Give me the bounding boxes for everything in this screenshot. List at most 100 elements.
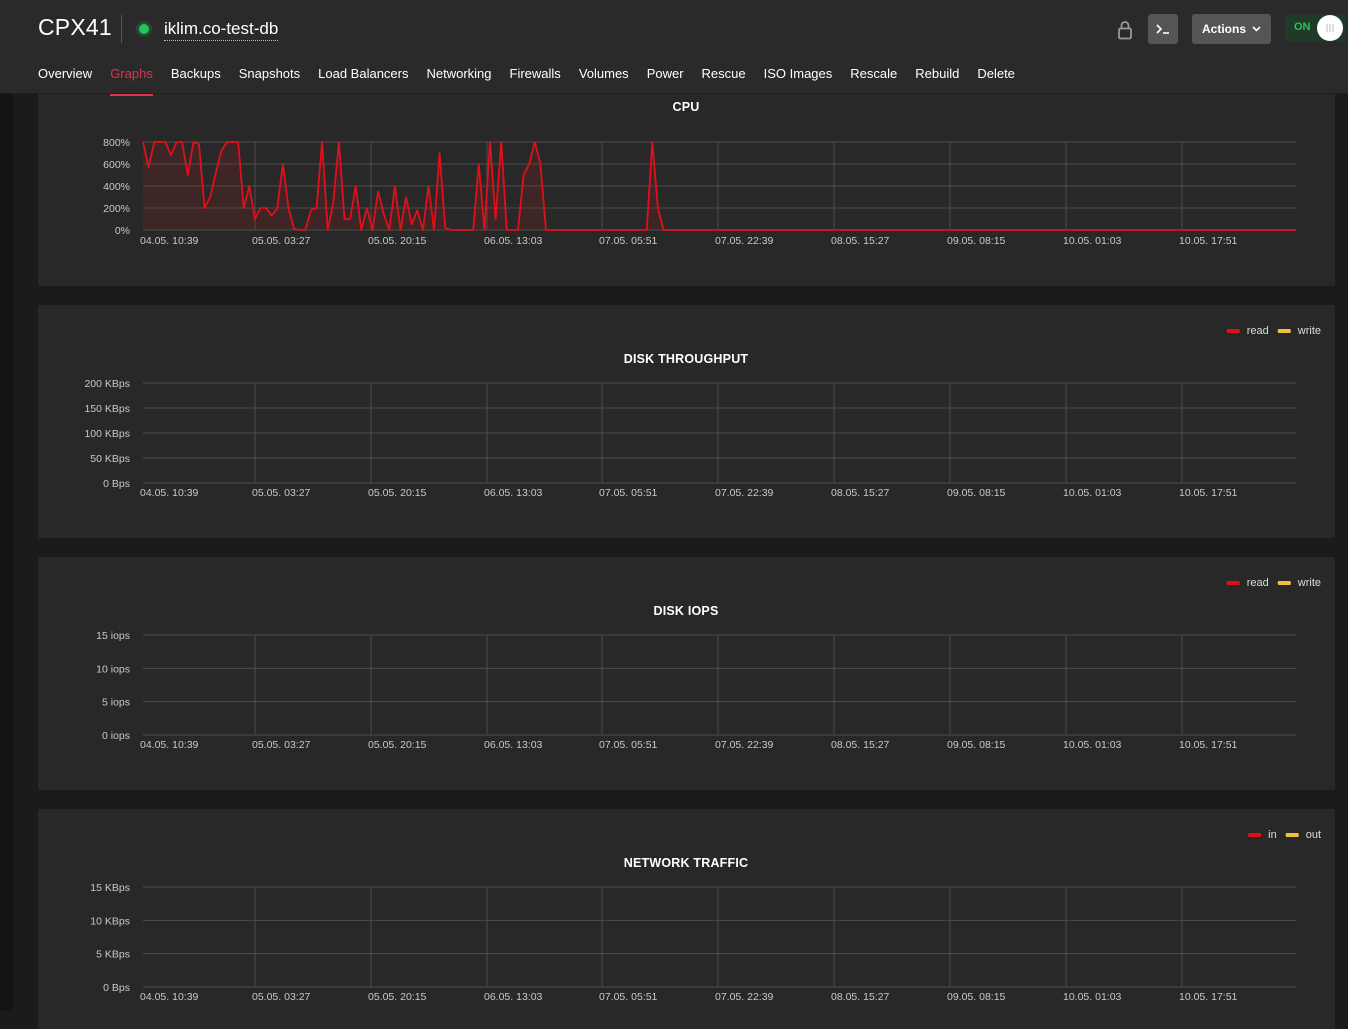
- x-tick-label: 05.05. 20:15: [368, 235, 427, 247]
- tab-iso-images[interactable]: ISO Images: [764, 66, 833, 89]
- tab-overview[interactable]: Overview: [38, 66, 92, 89]
- header-divider: [121, 15, 122, 43]
- y-tick-label: 15 KBps: [90, 882, 130, 894]
- disk-throughput-chart-panel: DISK THROUGHPUT 200 KBps 150 KBps 100 KBps 5…: [38, 305, 1335, 538]
- x-tick-label: 07.05. 05:51: [599, 739, 658, 751]
- tab-snapshots[interactable]: Snapshots: [239, 66, 300, 89]
- console-button[interactable]: [1148, 14, 1178, 44]
- x-tick-label: 04.05. 10:39: [140, 739, 199, 751]
- x-tick-label: 05.05. 03:27: [252, 235, 311, 247]
- y-tick-label: 0 Bps: [103, 478, 130, 490]
- x-tick-label: 10.05. 01:03: [1063, 235, 1122, 247]
- x-tick-label: 06.05. 13:03: [484, 991, 543, 1003]
- tab-graphs[interactable]: Graphs: [110, 66, 153, 96]
- x-tick-label: 09.05. 08:15: [947, 487, 1006, 499]
- x-tick-label: 07.05. 05:51: [599, 487, 658, 499]
- y-tick-label: 5 iops: [102, 697, 130, 709]
- legend-label: in: [1268, 829, 1277, 841]
- chevron-down-icon: [1252, 26, 1261, 32]
- x-tick-label: 09.05. 08:15: [947, 739, 1006, 751]
- x-tick-label: 05.05. 20:15: [368, 487, 427, 499]
- toggle-knob: [1317, 15, 1343, 41]
- tab-volumes[interactable]: Volumes: [579, 66, 629, 89]
- power-toggle[interactable]: ON: [1285, 15, 1346, 41]
- y-tick-label: 600%: [103, 159, 130, 171]
- x-tick-label: 05.05. 20:15: [368, 991, 427, 1003]
- legend-swatch: [1277, 329, 1291, 333]
- actions-button[interactable]: Actions: [1192, 14, 1271, 44]
- y-tick-label: 200%: [103, 203, 130, 215]
- x-tick-label: 06.05. 13:03: [484, 487, 543, 499]
- y-tick-label: 50 KBps: [90, 453, 130, 465]
- x-tick-label: 07.05. 22:39: [715, 235, 774, 247]
- tab-rebuild[interactable]: Rebuild: [915, 66, 959, 89]
- legend-label: read: [1247, 577, 1269, 589]
- x-tick-label: 04.05. 10:39: [140, 991, 199, 1003]
- y-tick-label: 150 KBps: [84, 403, 130, 415]
- y-tick-label: 10 KBps: [90, 915, 130, 927]
- cpu-chart-panel: CPU 800% 600% 400% 200% 0% 04.05. 10:39 05.05. …: [38, 80, 1335, 286]
- x-tick-label: 08.05. 15:27: [831, 487, 890, 499]
- x-tick-label: 06.05. 13:03: [484, 739, 543, 751]
- tab-backups[interactable]: Backups: [171, 66, 221, 89]
- y-tick-label: 100 KBps: [84, 428, 130, 440]
- tab-bar: Overview Graphs Backups Snapshots Load B…: [38, 66, 1015, 96]
- chart-svg: NETWORK TRAFFIC 15 KBps 10 KBps 5 KBps 0 Bps…: [90, 829, 1321, 1003]
- x-tick-label: 05.05. 20:15: [368, 739, 427, 751]
- x-tick-label: 10.05. 17:51: [1179, 739, 1238, 751]
- y-tick-label: 0%: [115, 225, 130, 237]
- tab-rescue[interactable]: Rescue: [702, 66, 746, 89]
- tab-firewalls[interactable]: Firewalls: [510, 66, 561, 89]
- chart-svg: CPU 800% 600% 400% 200% 0% 04.05. 10:39 05.05. …: [103, 100, 1296, 247]
- legend-label: write: [1297, 577, 1321, 589]
- legend-label: out: [1306, 829, 1321, 841]
- x-tick-label: 10.05. 17:51: [1179, 991, 1238, 1003]
- legend-swatch: [1226, 329, 1240, 333]
- server-name: CPX41: [38, 14, 112, 40]
- y-tick-label: 200 KBps: [84, 378, 130, 390]
- chart-title: DISK IOPS: [653, 604, 718, 618]
- legend-label: read: [1247, 325, 1269, 337]
- legend-swatch: [1285, 833, 1299, 837]
- actions-label: Actions: [1201, 22, 1246, 36]
- network-traffic-chart-panel: NETWORK TRAFFIC 15 KBps 10 KBps 5 KBps 0 Bps…: [38, 809, 1335, 1029]
- x-tick-label: 05.05. 03:27: [252, 739, 311, 751]
- power-toggle-label: ON: [1294, 21, 1311, 33]
- tab-networking[interactable]: Networking: [426, 66, 491, 89]
- console-icon: [1156, 24, 1169, 34]
- y-tick-label: 0 iops: [102, 730, 130, 742]
- tab-load-balancers[interactable]: Load Balancers: [318, 66, 408, 89]
- x-tick-label: 06.05. 13:03: [484, 235, 543, 247]
- x-tick-label: 09.05. 08:15: [947, 991, 1006, 1003]
- chart-svg: DISK IOPS 15 iops 10 iops 5 iops 0 iops 04.05…: [96, 577, 1321, 751]
- x-tick-label: 10.05. 01:03: [1063, 739, 1122, 751]
- left-rail: [0, 93, 13, 1011]
- y-tick-label: 10 iops: [96, 663, 130, 675]
- x-tick-label: 08.05. 15:27: [831, 739, 890, 751]
- tab-rescale[interactable]: Rescale: [850, 66, 897, 89]
- x-tick-label: 10.05. 01:03: [1063, 991, 1122, 1003]
- legend-swatch: [1248, 833, 1262, 837]
- chart-title: CPU: [673, 100, 700, 114]
- tab-delete[interactable]: Delete: [977, 66, 1015, 89]
- chart-title: DISK THROUGHPUT: [624, 352, 749, 366]
- x-tick-label: 08.05. 15:27: [831, 991, 890, 1003]
- x-tick-label: 10.05. 17:51: [1179, 487, 1238, 499]
- tab-power[interactable]: Power: [647, 66, 684, 89]
- x-tick-label: 07.05. 22:39: [715, 991, 774, 1003]
- legend-swatch: [1226, 581, 1240, 585]
- status-indicator: [139, 24, 149, 34]
- disk-iops-chart-panel: DISK IOPS 15 iops 10 iops 5 iops 0 iops 04.05…: [38, 557, 1335, 790]
- x-tick-label: 04.05. 10:39: [140, 487, 199, 499]
- chart-title: NETWORK TRAFFIC: [624, 856, 749, 870]
- x-tick-label: 08.05. 15:27: [831, 235, 890, 247]
- x-tick-label: 04.05. 10:39: [140, 235, 199, 247]
- chart-svg: DISK THROUGHPUT 200 KBps 150 KBps 100 KBps 5…: [84, 325, 1321, 499]
- x-tick-label: 05.05. 03:27: [252, 487, 311, 499]
- lock-icon[interactable]: [1116, 20, 1134, 40]
- legend-swatch: [1277, 581, 1291, 585]
- x-tick-label: 07.05. 22:39: [715, 739, 774, 751]
- x-tick-label: 10.05. 17:51: [1179, 235, 1238, 247]
- x-tick-label: 09.05. 08:15: [947, 235, 1006, 247]
- hostname-link[interactable]: iklim.co-test-db: [164, 19, 279, 41]
